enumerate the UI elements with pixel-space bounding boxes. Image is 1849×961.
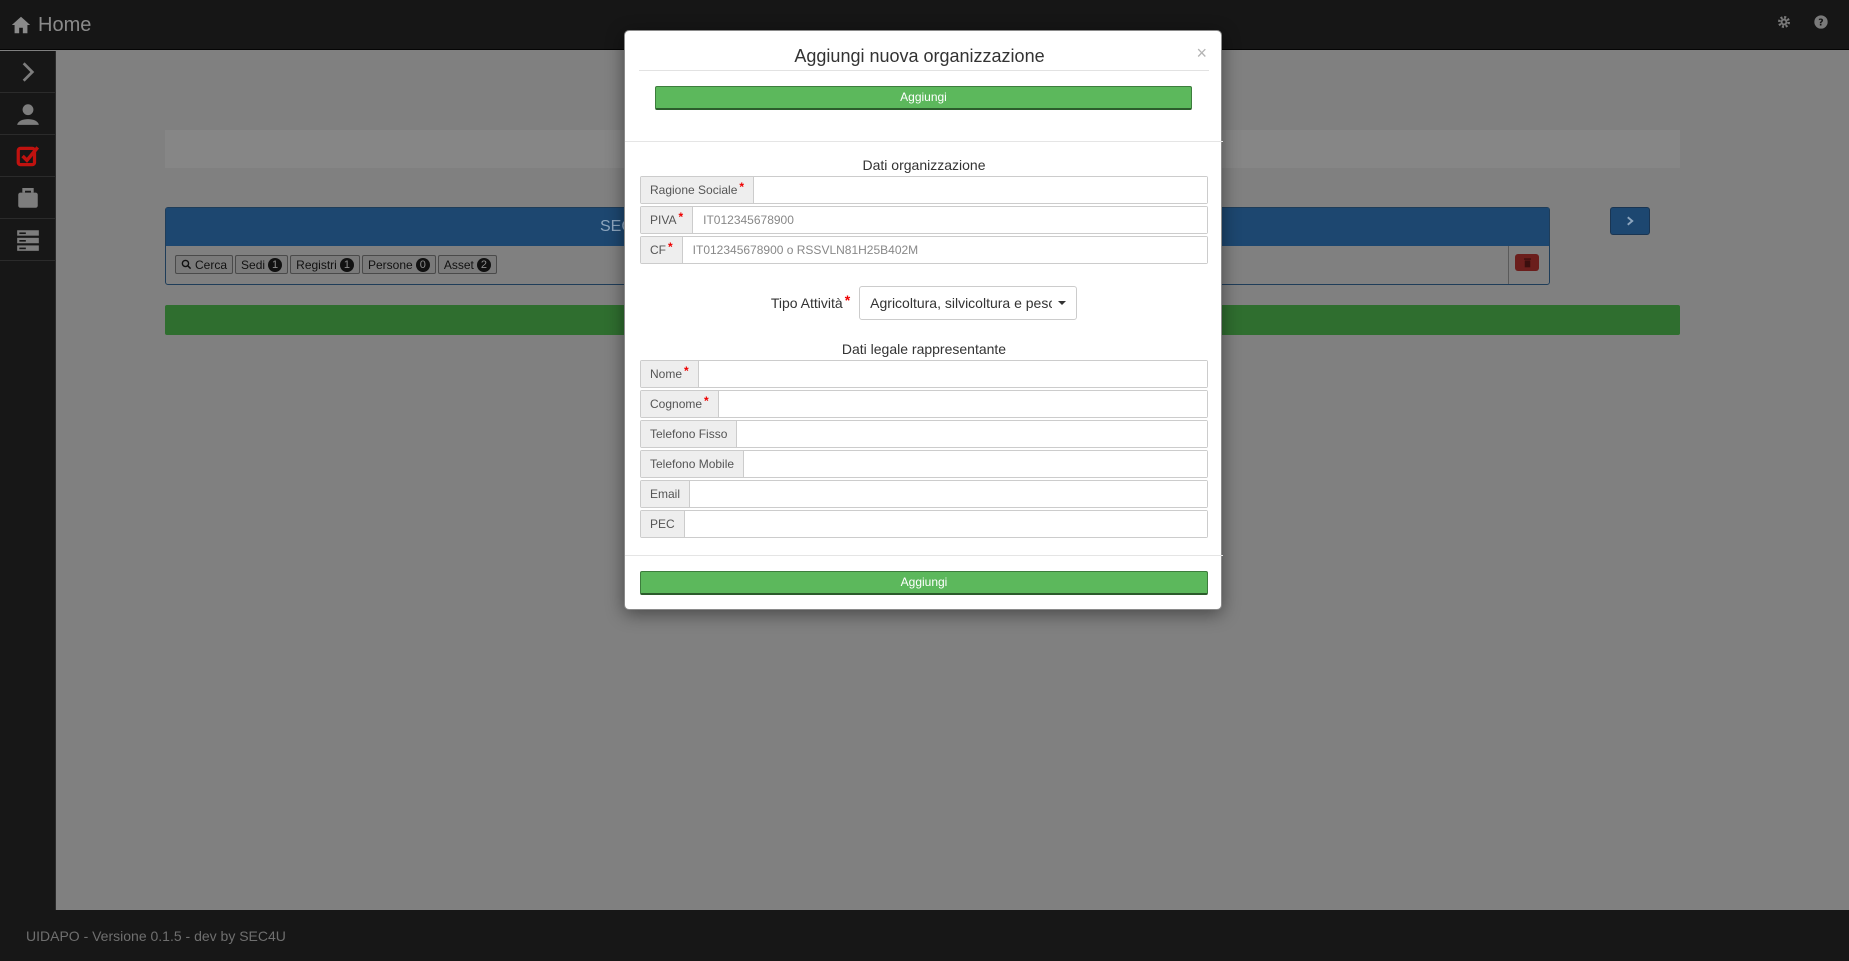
add-organization-modal: Aggiungi nuova organizzazione × Aggiungi… [624,30,1223,610]
next-button[interactable] [1610,207,1650,235]
field-label: Cognome * [641,391,719,417]
piva-group: PIVA * [640,206,1208,234]
section-title-legal: Dati legale rappresentante [841,341,1007,357]
field-label: PIVA * [641,207,694,233]
tab-label: Persone [367,257,413,272]
tab-asset[interactable]: Asset 2 [437,255,497,274]
tab-label: Sedi [241,257,266,272]
field-label: CF * [641,237,683,263]
delete-button[interactable] [1515,254,1539,271]
piva-input[interactable] [693,207,1207,233]
field-label: Telefono Fisso [641,421,738,447]
tipo-attivita-row: Tipo Attività * Agricoltura, silvicoltura… [625,286,1223,320]
count-badge: 1 [268,257,283,272]
telefono-fisso-group: Telefono Fisso [640,420,1208,448]
panel-tabs: Cerca Sedi 1 Registri 1 Persone 0 Asset … [175,255,497,274]
close-button[interactable]: × [1196,43,1207,64]
sidebar-item-tasks[interactable] [0,135,56,177]
email-group: Email [640,480,1208,508]
pec-input[interactable] [684,511,1207,537]
divider [639,70,1209,71]
tipo-attivita-label: Tipo Attività * [770,292,851,311]
section-title-organization: Dati organizzazione [862,157,986,173]
tipo-attivita-select[interactable]: Agricoltura, silvicoltura e pesca [859,286,1078,320]
divider [625,555,1223,556]
trash-icon [1523,258,1531,268]
sidebar-item-briefcase[interactable] [0,177,56,219]
tab-sedi[interactable]: Sedi 1 [235,255,289,274]
chevron-right-icon [22,61,35,82]
pec-group: PEC [640,510,1208,538]
cf-input[interactable] [682,237,1207,263]
home-icon [11,16,31,34]
field-label: Nome * [641,361,699,387]
brand-label: Home [38,13,92,36]
user-icon [17,103,39,125]
checkbox-icon [16,145,40,166]
divider [625,141,1223,142]
field-label: Email [641,481,691,507]
ragione-sociale-group: Ragione Sociale * [640,176,1208,204]
svg-text:?: ? [1818,17,1823,28]
telefono-mobile-input[interactable] [744,451,1207,477]
nome-group: Nome * [640,360,1208,388]
tab-label: Cerca [195,257,228,272]
sidebar [0,51,56,910]
sidebar-item-user[interactable] [0,93,56,135]
nome-input[interactable] [698,361,1207,387]
field-label: Telefono Mobile [641,451,745,477]
caret-down-icon [1058,301,1067,305]
modal-title: Aggiungi nuova organizzazione [794,46,1045,66]
gear-icon[interactable] [1775,13,1793,31]
email-input[interactable] [690,481,1207,507]
count-badge: 1 [339,257,354,272]
telefono-fisso-input[interactable] [737,421,1207,447]
tab-persone[interactable]: Persone 0 [361,255,436,274]
field-label: Ragione Sociale * [641,177,755,203]
add-button-top[interactable]: Aggiungi [655,86,1192,110]
count-badge: 2 [476,257,491,272]
briefcase-icon [18,187,38,208]
sidebar-item-server[interactable] [0,219,56,261]
search-icon [181,259,192,270]
telefono-mobile-group: Telefono Mobile [640,450,1208,478]
server-icon [17,229,39,251]
cf-group: CF * [640,236,1208,264]
divider [1508,246,1509,284]
chevron-right-icon [1627,216,1634,226]
tab-registri[interactable]: Registri 1 [290,255,360,274]
tab-label: Registri [296,257,337,272]
count-badge: 0 [415,257,430,272]
add-button-bottom[interactable]: Aggiungi [640,571,1208,595]
tab-cerca[interactable]: Cerca [175,255,234,274]
help-icon[interactable]: ? [1812,13,1830,31]
cognome-input[interactable] [718,391,1207,417]
sidebar-toggle[interactable] [0,51,56,93]
field-label: PEC [641,511,685,537]
selected-value: Agricoltura, silvicoltura e pesca [870,295,1053,311]
cognome-group: Cognome * [640,390,1208,418]
home-link[interactable]: Home [10,12,91,38]
footer-text: UIDAPO - Versione 0.1.5 - dev by SEC4U [26,928,286,944]
tab-label: Asset [443,257,474,272]
footer: UIDAPO - Versione 0.1.5 - dev by SEC4U [0,910,1849,961]
ragione-sociale-input[interactable] [754,177,1207,203]
